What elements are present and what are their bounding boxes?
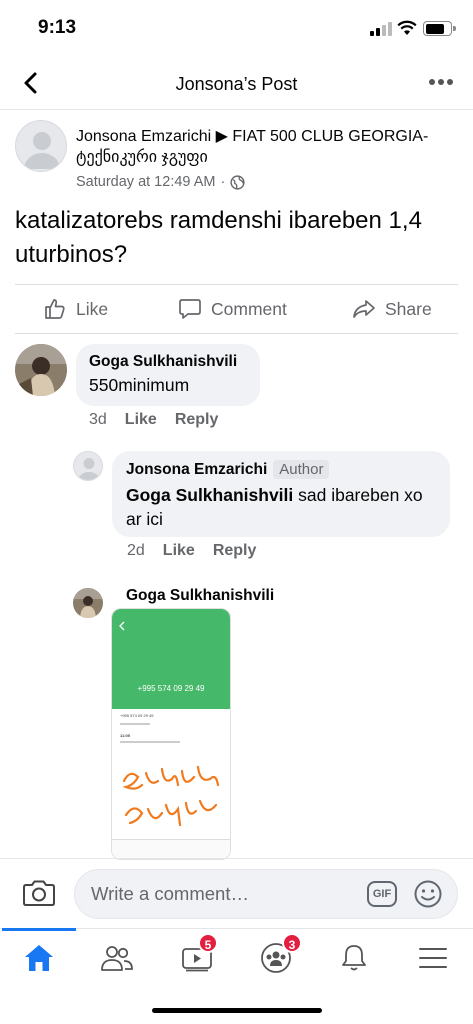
bell-icon [342, 945, 366, 971]
comment-meta: 3d Like Reply [89, 411, 218, 429]
reply2-avatar[interactable] [73, 588, 103, 618]
reply-text: Goga Sulkhanishvili sad ibareben xo ar i… [126, 483, 436, 531]
attachment-detail-number: +995 574 09 29 49 [120, 713, 154, 718]
post-action-bar: Like Comment Share [15, 284, 458, 334]
bottom-tab-bar: 5 3 [0, 928, 473, 988]
camera-icon[interactable] [22, 877, 56, 909]
reply-age: 2d [127, 542, 145, 559]
reply-like-link[interactable]: Like [163, 542, 195, 560]
home-indicator [152, 1008, 322, 1013]
comment-button[interactable]: Comment [178, 297, 287, 321]
attachment-back-icon [119, 621, 125, 631]
commenter-avatar[interactable] [15, 344, 67, 396]
comment-label: Comment [211, 298, 287, 319]
attachment-bottom-bar [112, 839, 230, 859]
handwriting-scribble [122, 765, 220, 827]
attachment-line [120, 723, 150, 725]
gif-button[interactable]: GIF [367, 881, 397, 907]
reply2-author-name[interactable]: Goga Sulkhanishvili [126, 587, 274, 605]
tab-menu[interactable] [394, 929, 472, 987]
comment-text: 550minimum [89, 375, 190, 395]
tab-notifications[interactable] [315, 929, 393, 987]
post-body: katalizatorebs ramdenshi ibareben 1,4 ut… [15, 207, 422, 268]
comment-bubble[interactable]: Goga Sulkhanishvili 550minimum [76, 344, 260, 406]
status-time: 9:13 [38, 17, 77, 38]
attachment-time: 11:05 [120, 733, 131, 738]
emoji-icon[interactable] [413, 879, 443, 909]
comment-input[interactable]: Write a comment… GIF [74, 869, 458, 919]
top-nav-bar: Jonsona’s Post [0, 58, 473, 110]
tab-home[interactable] [0, 928, 78, 987]
hamburger-menu-icon [419, 948, 447, 968]
share-label: Share [385, 298, 432, 319]
post-meta: Saturday at 12:49 AM · [76, 174, 245, 190]
watch-badge: 5 [198, 933, 218, 953]
comment-composer: Write a comment… GIF [0, 858, 473, 928]
comment-author-name[interactable]: Goga Sulkhanishvili [89, 353, 247, 371]
reply-mention[interactable]: Goga Sulkhanishvili [126, 485, 293, 505]
tab-friends[interactable] [78, 929, 156, 987]
reply-meta: 2d Like Reply [127, 542, 256, 560]
post-author-line[interactable]: Jonsona Emzarichi ▶ FIAT 500 CLUB GEORGI… [76, 126, 456, 168]
more-options-icon[interactable] [429, 72, 455, 92]
tab-groups[interactable]: 3 [237, 929, 315, 987]
attachment-phone-number: +995 574 09 29 49 [137, 684, 205, 693]
like-button[interactable]: Like [43, 297, 108, 321]
signal-icon [370, 22, 392, 36]
post-timestamp[interactable]: Saturday at 12:49 AM [76, 174, 215, 190]
share-arrow-icon [353, 300, 375, 318]
globe-icon [230, 174, 245, 190]
comment-reply-link[interactable]: Reply [175, 411, 219, 429]
friends-icon [101, 946, 133, 971]
reply-author-line: Jonsona Emzarichi Author [126, 460, 436, 479]
attachment-header: +995 574 09 29 49 [112, 609, 230, 709]
reply-reply-link[interactable]: Reply [213, 542, 257, 560]
comment-placeholder: Write a comment… [91, 883, 249, 904]
wifi-icon [397, 20, 417, 35]
battery-icon [423, 21, 456, 36]
attachment-line [120, 741, 180, 743]
comment-like-link[interactable]: Like [125, 411, 157, 429]
tab-watch[interactable]: 5 [158, 929, 236, 987]
reply-bubble[interactable]: Jonsona Emzarichi Author Goga Sulkhanishv… [112, 451, 450, 537]
like-label: Like [76, 298, 109, 319]
attached-screenshot[interactable]: +995 574 09 29 49 +995 574 09 29 49 11:0… [111, 608, 231, 860]
share-button[interactable]: Share [352, 297, 432, 321]
meta-separator: · [220, 174, 226, 190]
thumbs-up-icon [45, 299, 65, 319]
groups-badge: 3 [282, 933, 302, 953]
page-title: Jonsona’s Post [175, 74, 298, 94]
home-icon [25, 945, 53, 971]
author-badge: Author [273, 460, 330, 479]
post-author-avatar[interactable] [15, 120, 67, 172]
comment-age: 3d [89, 411, 107, 428]
reply-author-avatar[interactable] [73, 451, 103, 481]
comment-bubble-icon [179, 299, 201, 319]
status-bar: 9:13 [0, 0, 473, 58]
reply-author-name[interactable]: Jonsona Emzarichi [126, 461, 267, 478]
